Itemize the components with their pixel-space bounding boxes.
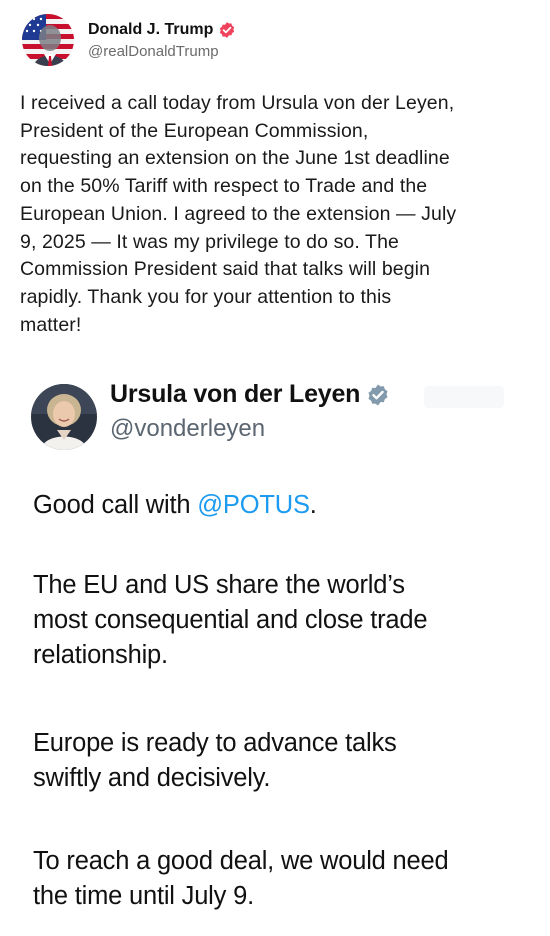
embedded-paragraph-2: The EU and US share the world’s most con…: [33, 571, 428, 669]
author-block: Donald J. Trump @realDonaldTrump: [88, 21, 236, 60]
embedded-author-name: Ursula von der Leyen: [110, 380, 361, 408]
embedded-author-handle: @vonderleyen: [110, 415, 266, 442]
post-header: Donald J. Trump @realDonaldTrump: [22, 12, 236, 68]
embedded-tweet-screenshot: Ursula von der Leyen @vonderleyen Good c…: [0, 368, 550, 936]
embedded-paragraph-3: Europe is ready to advance talks swiftly…: [33, 729, 397, 792]
avatar[interactable]: [22, 14, 74, 66]
embedded-avatar: [31, 384, 97, 450]
post-body-text: I received a call today from Ursula von …: [20, 92, 457, 336]
mention-link: @POTUS: [197, 491, 310, 519]
author-name[interactable]: Donald J. Trump: [88, 21, 213, 39]
embedded-avatar-portrait-icon: [31, 384, 97, 450]
embedded-paragraph-1-prefix: Good call with: [33, 491, 198, 519]
avatar-flag-portrait-icon: [22, 14, 74, 66]
author-name-row: Donald J. Trump: [88, 21, 236, 39]
social-post: Donald J. Trump @realDonaldTrump I recei…: [0, 0, 550, 936]
author-handle[interactable]: @realDonaldTrump: [88, 43, 236, 60]
verified-badge-icon: [218, 21, 236, 39]
faded-overlay-area: [424, 386, 504, 408]
embedded-paragraph-4: To reach a good deal, we would need the …: [33, 847, 449, 910]
embedded-paragraph-1-suffix: .: [309, 491, 317, 519]
embedded-verified-badge-icon: [366, 383, 390, 407]
embedded-name-row: Ursula von der Leyen: [110, 380, 390, 409]
embedded-paragraph-1: Good call with @POTUS.: [33, 488, 533, 523]
